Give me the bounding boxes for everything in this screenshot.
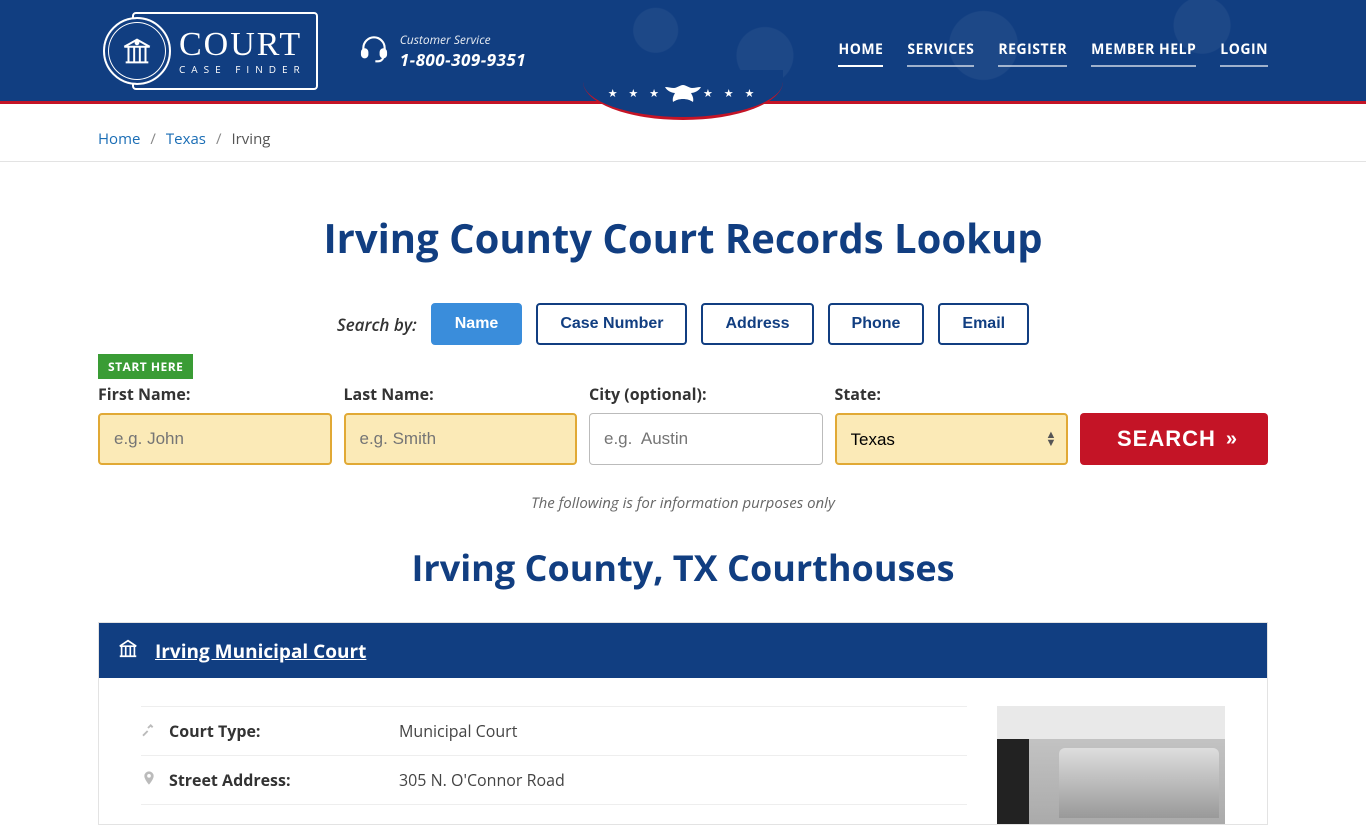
breadcrumb-home[interactable]: Home: [98, 129, 140, 149]
search-button-label: SEARCH: [1117, 426, 1216, 452]
search-form: START HERE First Name: Last Name: City (…: [98, 363, 1268, 465]
cs-label: Customer Service: [400, 31, 526, 48]
breadcrumb-bar: Home / Texas / Irving: [0, 117, 1366, 162]
tab-email[interactable]: Email: [938, 303, 1029, 345]
state-select[interactable]: Texas: [835, 413, 1069, 465]
header-divider: ★ ★ ★ ★ ★ ★: [0, 101, 1366, 117]
search-by-label: Search by:: [337, 313, 417, 336]
star-icon: ★ ★ ★: [608, 86, 663, 101]
breadcrumb-texas[interactable]: Texas: [166, 129, 206, 149]
prop-label: Court Type:: [169, 720, 399, 742]
courthouse-properties: Court Type: Municipal Court Street Addre…: [141, 706, 967, 824]
search-by-tabs: Search by: Name Case Number Address Phon…: [98, 303, 1268, 345]
gavel-icon: [141, 720, 169, 742]
cs-phone: 1-800-309-9351: [400, 48, 526, 71]
breadcrumb-sep: /: [216, 129, 222, 149]
headset-icon: [358, 32, 390, 69]
tab-name[interactable]: Name: [431, 303, 523, 345]
search-button[interactable]: SEARCH »: [1080, 413, 1268, 465]
prop-label: Street Address:: [169, 769, 399, 791]
nav-login[interactable]: LOGIN: [1220, 34, 1268, 67]
state-label: State:: [835, 383, 1069, 405]
nav-home[interactable]: HOME: [838, 34, 883, 67]
main-nav: HOME SERVICES REGISTER MEMBER HELP LOGIN: [838, 34, 1268, 67]
tab-address[interactable]: Address: [701, 303, 813, 345]
first-name-input[interactable]: [98, 413, 332, 465]
last-name-input[interactable]: [344, 413, 578, 465]
prop-court-type: Court Type: Municipal Court: [141, 706, 967, 756]
city-label: City (optional):: [589, 383, 823, 405]
logo-text: COURT CASE FINDER: [179, 28, 306, 74]
city-input[interactable]: [589, 413, 823, 465]
breadcrumb-sep: /: [150, 129, 156, 149]
breadcrumb: Home / Texas / Irving: [98, 129, 1268, 149]
breadcrumb-current: Irving: [231, 129, 270, 149]
last-name-label: Last Name:: [344, 383, 578, 405]
courthouse-icon: [117, 637, 139, 664]
section-title: Irving County, TX Courthouses: [98, 543, 1268, 592]
nav-member-help[interactable]: MEMBER HELP: [1091, 34, 1196, 67]
tab-phone[interactable]: Phone: [828, 303, 925, 345]
chevron-right-icon: »: [1226, 428, 1231, 451]
disclaimer-text: The following is for information purpose…: [98, 493, 1268, 513]
customer-service: Customer Service 1-800-309-9351: [358, 31, 526, 71]
nav-register[interactable]: REGISTER: [998, 34, 1067, 67]
prop-street-address: Street Address: 305 N. O'Connor Road: [141, 756, 967, 805]
page-title: Irving County Court Records Lookup: [98, 210, 1268, 265]
start-here-badge: START HERE: [98, 354, 193, 379]
courthouse-photo: [997, 706, 1225, 824]
first-name-label: First Name:: [98, 383, 332, 405]
tab-case-number[interactable]: Case Number: [536, 303, 687, 345]
eagle-icon: [663, 83, 703, 105]
star-icon: ★ ★ ★: [703, 86, 758, 101]
logo-seal-icon: [103, 17, 171, 85]
prop-value: Municipal Court: [399, 720, 517, 742]
prop-value: 305 N. O'Connor Road: [399, 769, 565, 791]
courthouse-name-link[interactable]: Irving Municipal Court: [155, 638, 366, 664]
site-logo[interactable]: COURT CASE FINDER: [132, 12, 318, 90]
map-pin-icon: [141, 769, 169, 791]
nav-services[interactable]: SERVICES: [907, 34, 974, 67]
courthouse-card: Irving Municipal Court Court Type: Munic…: [98, 622, 1268, 825]
courthouse-card-header: Irving Municipal Court: [99, 623, 1267, 678]
